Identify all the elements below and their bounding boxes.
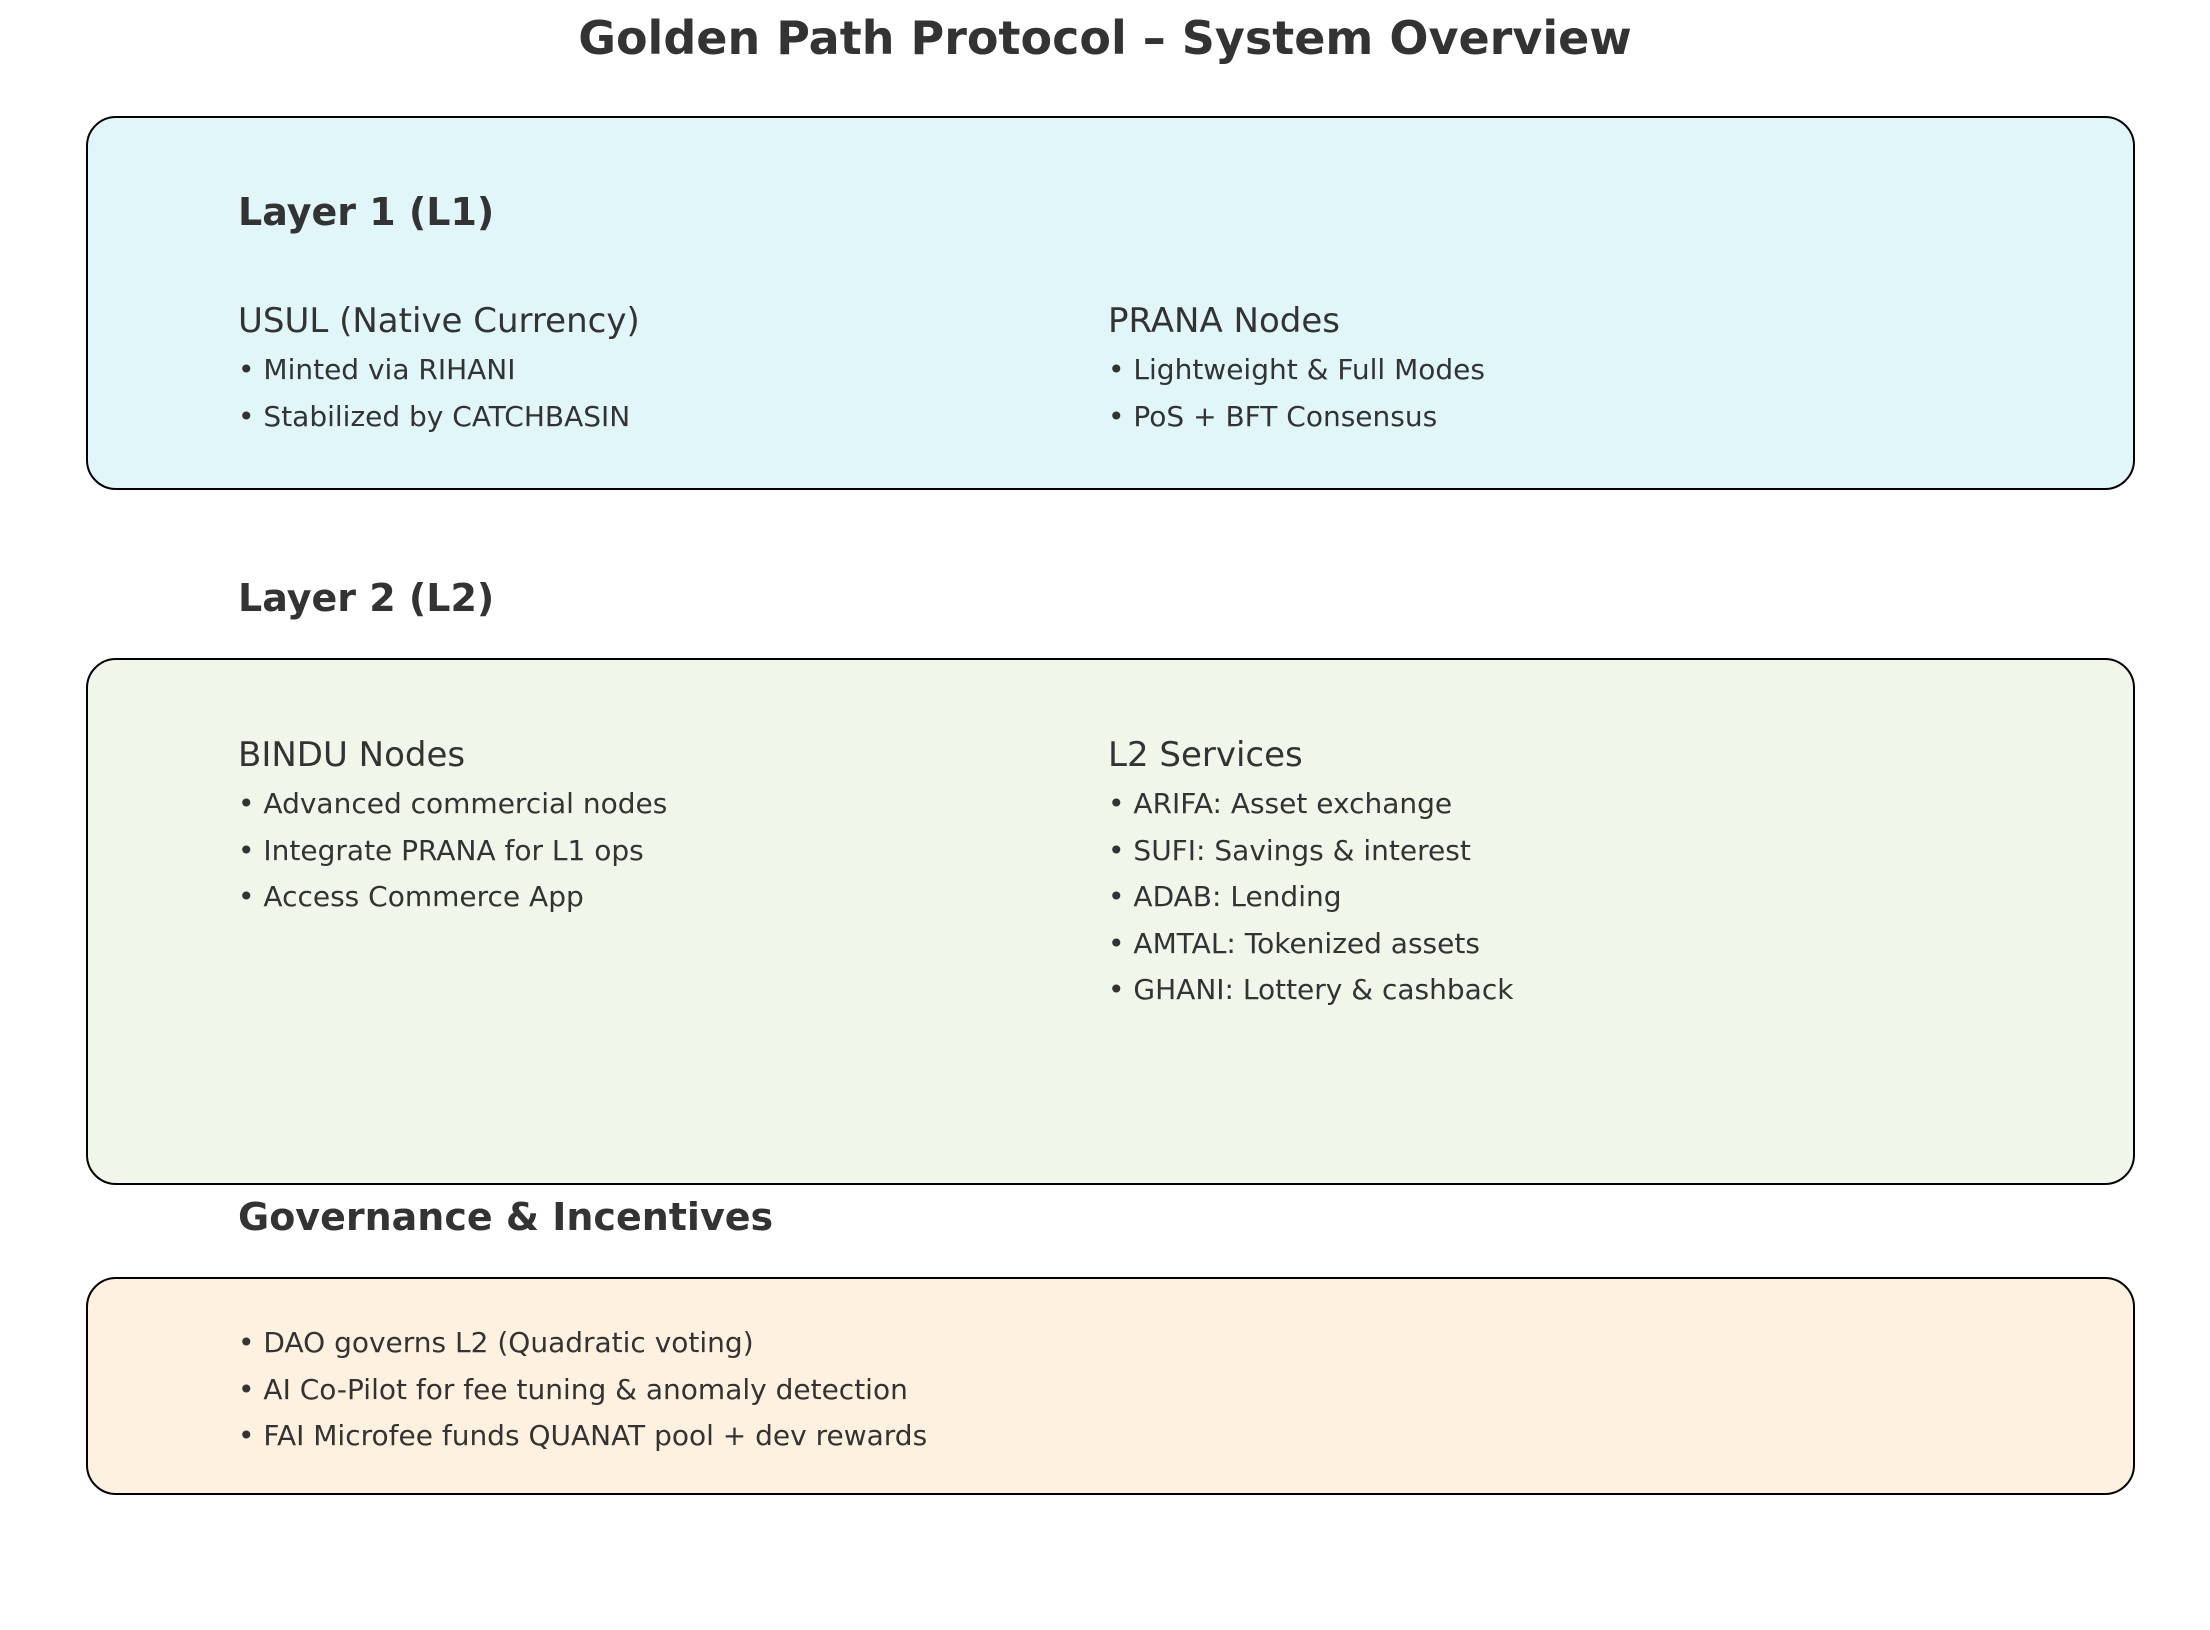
l2-service-item: • ARIFA: Asset exchange <box>1108 787 1453 820</box>
prana-title: PRANA Nodes <box>1108 301 1340 341</box>
governance-bullet: • FAI Microfee funds QUANAT pool + dev r… <box>238 1419 928 1452</box>
governance-bullet: • DAO governs L2 (Quadratic voting) <box>238 1326 754 1359</box>
l2-services-title: L2 Services <box>1108 735 1303 775</box>
l2-service-item: • AMTAL: Tokenized assets <box>1108 926 1480 960</box>
bindu-bullet: • Access Commerce App <box>238 880 584 913</box>
layer1-heading: Layer 1 (L1) <box>238 190 495 234</box>
usul-bullet: • Minted via RIHANI <box>238 353 516 386</box>
bindu-bullet: • Integrate PRANA for L1 ops <box>238 833 644 867</box>
layer2-heading: Layer 2 (L2) <box>238 576 495 620</box>
l2-service-item: • SUFI: Savings & interest <box>1108 833 1471 867</box>
usul-bullet: • Stabilized by CATCHBASIN <box>238 399 631 433</box>
governance-bullet: • AI Co-Pilot for fee tuning & anomaly d… <box>238 1372 908 1406</box>
prana-block: PRANA Nodes • Lightweight & Full Modes •… <box>1108 297 1485 440</box>
usul-title: USUL (Native Currency) <box>238 301 640 341</box>
prana-bullet: • PoS + BFT Consensus <box>1108 399 1438 433</box>
l2-service-item: • ADAB: Lending <box>1108 880 1342 913</box>
governance-heading: Governance & Incentives <box>238 1195 774 1239</box>
bindu-bullet: • Advanced commercial nodes <box>238 787 668 820</box>
prana-bullet: • Lightweight & Full Modes <box>1108 353 1485 386</box>
bindu-block: BINDU Nodes • Advanced commercial nodes … <box>238 731 667 921</box>
l2-services-block: L2 Services • ARIFA: Asset exchange • SU… <box>1108 731 1513 1014</box>
diagram-title: Golden Path Protocol – System Overview <box>578 11 1632 65</box>
usul-block: USUL (Native Currency) • Minted via RIHA… <box>238 297 640 440</box>
l2-service-item: • GHANI: Lottery & cashback <box>1108 973 1514 1006</box>
bindu-title: BINDU Nodes <box>238 735 466 775</box>
governance-block: • DAO governs L2 (Quadratic voting) • AI… <box>238 1320 927 1460</box>
